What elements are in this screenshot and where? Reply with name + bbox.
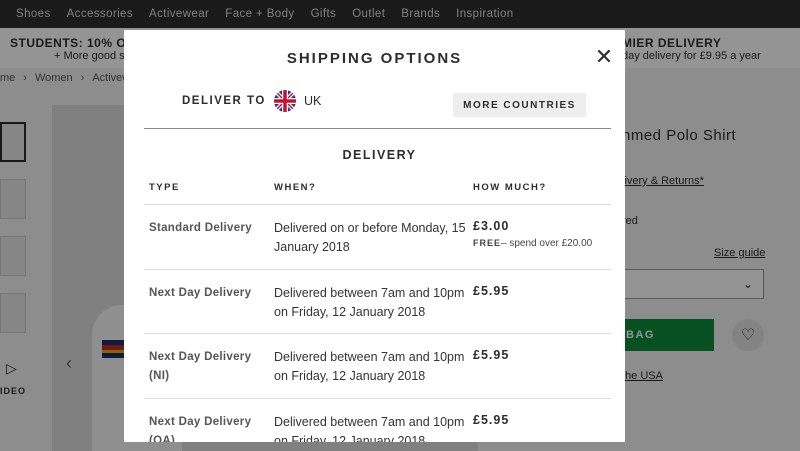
selected-country: UK <box>304 94 322 108</box>
delivery-price: £5.95 <box>473 412 510 427</box>
delivery-section-title: DELIVERY <box>342 148 417 162</box>
uk-flag-icon <box>274 90 296 112</box>
divider <box>144 128 611 129</box>
header-when: WHEN? <box>274 182 317 193</box>
delivery-type: Next Day Delivery (OA) <box>149 415 252 443</box>
header-how-much: HOW MUCH? <box>473 182 547 193</box>
free-label: FREE <box>473 238 502 248</box>
delivery-type: Next Day Delivery (NI) <box>149 351 252 382</box>
delivery-when: Delivered between 7am and 10pm on Friday… <box>274 350 465 383</box>
header-type: TYPE <box>149 182 180 193</box>
delivery-when: Delivered on or before Monday, 15 Januar… <box>274 221 466 254</box>
table-row: Next Day Delivery (NI) Delivered between… <box>144 333 611 398</box>
delivery-type: Next Day Delivery <box>149 286 252 299</box>
free-threshold: – spend over £20.00 <box>501 238 593 249</box>
delivery-type: Standard Delivery <box>149 222 252 234</box>
table-row: Standard Delivery Delivered on or before… <box>144 204 611 269</box>
delivery-price: £3.00 <box>473 219 510 233</box>
table-row: Next Day Delivery (OA) Delivered between… <box>144 397 611 443</box>
delivery-price: £5.95 <box>473 348 510 362</box>
free-delivery-note: FREE– spend over £20.00 <box>473 238 592 249</box>
delivery-price: £5.95 <box>473 283 510 298</box>
more-countries-button[interactable]: MORE COUNTRIES <box>453 93 586 117</box>
delivery-when: Delivered between 7am and 10pm on Friday… <box>274 414 465 443</box>
deliver-to-label: DELIVER TO <box>182 95 266 107</box>
modal-title: SHIPPING OPTIONS <box>286 50 463 67</box>
delivery-when: Delivered between 7am and 10pm on Friday… <box>274 285 465 319</box>
table-row: Next Day Delivery Delivered between 7am … <box>144 268 611 334</box>
close-icon[interactable]: ✕ <box>592 45 616 69</box>
delivery-table: Standard Delivery Delivered on or before… <box>144 204 611 442</box>
shipping-options-modal: SHIPPING OPTIONS ✕ DELIVER TO UK MORE CO… <box>124 30 625 442</box>
